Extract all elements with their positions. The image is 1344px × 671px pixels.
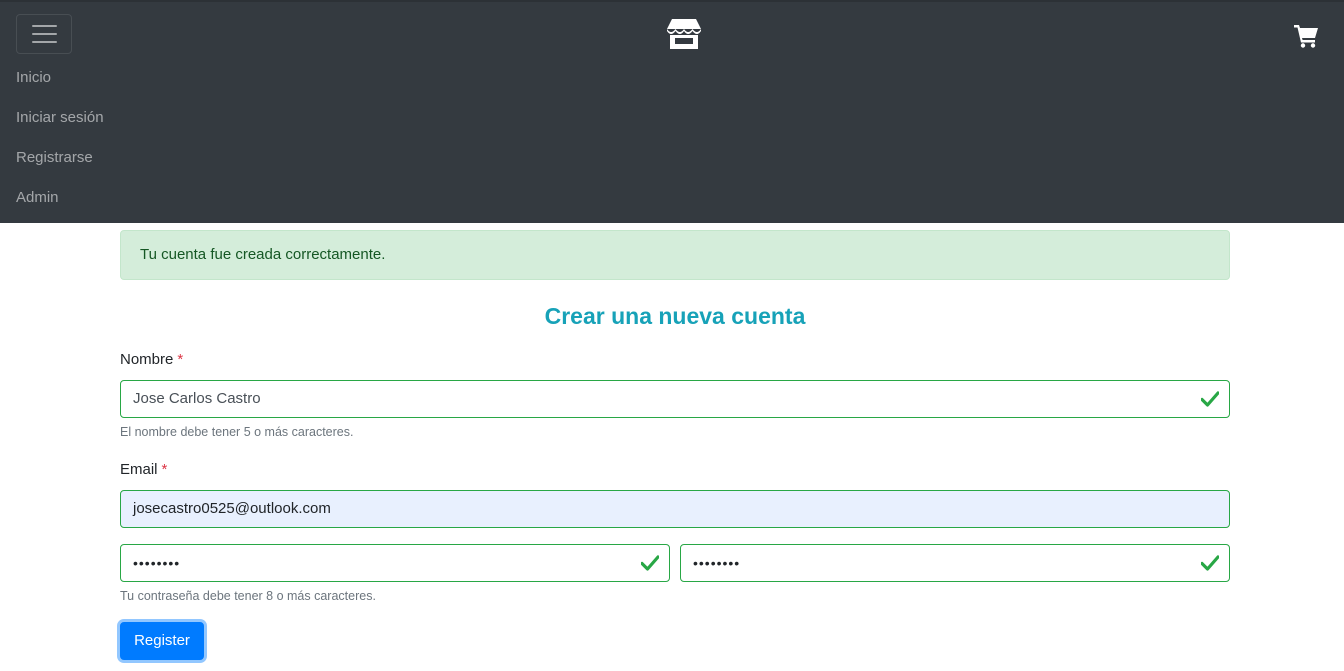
required-mark: * — [177, 351, 184, 368]
hamburger-menu-icon — [32, 25, 57, 27]
password-help-text: Tu contraseña debe tener 8 o más caracte… — [120, 589, 376, 603]
email-label: Email * — [120, 460, 167, 480]
email-label-text: Email — [120, 461, 158, 478]
register-button[interactable]: Register — [120, 622, 204, 660]
nav-link-iniciar-sesion[interactable]: Iniciar sesión — [16, 98, 104, 138]
store-icon[interactable] — [666, 17, 702, 51]
nav-link-inicio[interactable]: Inicio — [16, 58, 104, 98]
nav-link-admin[interactable]: Admin — [16, 178, 104, 218]
shopping-cart-icon[interactable] — [1294, 24, 1319, 48]
name-input-value: Jose Carlos Castro — [133, 390, 261, 407]
name-input[interactable]: Jose Carlos Castro — [120, 380, 1230, 418]
navbar: Inicio Iniciar sesión Registrarse Admin — [0, 0, 1344, 223]
email-input-value: josecastro0525@outlook.com — [133, 500, 331, 517]
password-input[interactable]: •••••••• — [120, 544, 670, 582]
nav-link-registrarse[interactable]: Registrarse — [16, 138, 104, 178]
name-label-text: Nombre — [120, 351, 174, 368]
required-mark: * — [161, 461, 168, 478]
password-confirm-input-value: •••••••• — [693, 555, 741, 571]
success-alert: Tu cuenta fue creada correctamente. — [120, 230, 1230, 280]
password-input-value: •••••••• — [133, 555, 181, 571]
check-icon — [1201, 391, 1219, 407]
email-input[interactable]: josecastro0525@outlook.com — [120, 490, 1230, 528]
check-icon — [641, 555, 659, 571]
password-confirm-input[interactable]: •••••••• — [680, 544, 1230, 582]
check-icon — [1201, 555, 1219, 571]
page-title: Crear una nueva cuenta — [544, 303, 806, 329]
navbar-toggle-button[interactable] — [16, 14, 72, 54]
name-label: Nombre * — [120, 350, 183, 370]
nav-menu: Inicio Iniciar sesión Registrarse Admin — [16, 58, 104, 218]
name-help-text: El nombre debe tener 5 o más caracteres. — [120, 425, 354, 439]
